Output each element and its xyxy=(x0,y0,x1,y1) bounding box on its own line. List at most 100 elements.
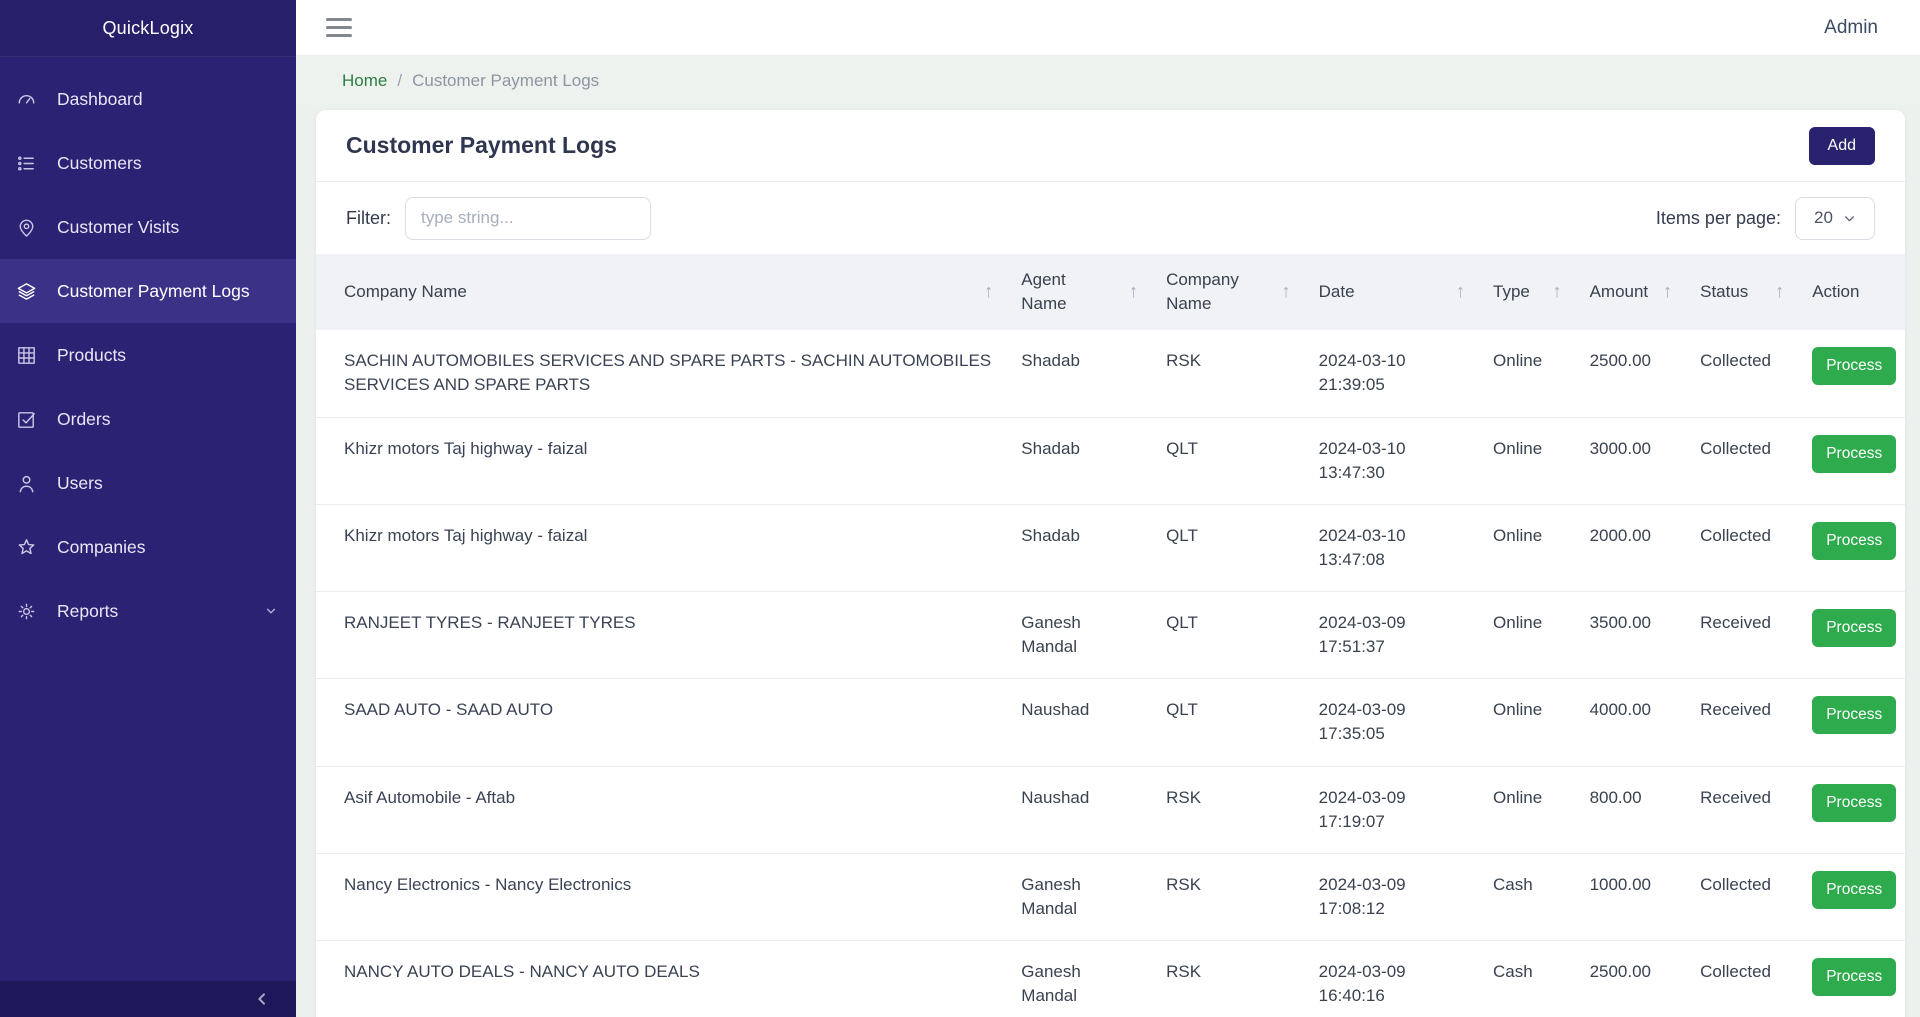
orders-icon xyxy=(13,406,39,432)
arrow-up-icon[interactable]: ↑ xyxy=(984,279,995,305)
table-toolbar: Filter: Items per page: 20 xyxy=(316,182,1905,254)
company-code-cell: QLT xyxy=(1154,418,1307,480)
table-row: Asif Automobile - AftabNaushadRSK2024-03… xyxy=(316,767,1905,854)
sidebar-item-orders[interactable]: Orders xyxy=(0,387,296,451)
arrow-up-icon[interactable]: ↑ xyxy=(1282,279,1293,305)
company-code-cell: RSK xyxy=(1154,330,1307,392)
arrow-up-icon[interactable]: ↑ xyxy=(1129,279,1140,305)
table-row: Khizr motors Taj highway - faizalShadabQ… xyxy=(316,505,1905,592)
process-button[interactable]: Process xyxy=(1812,696,1896,734)
amount-cell: 2000.00 xyxy=(1578,505,1689,567)
main-area: Admin Home / Customer Payment Logs Custo… xyxy=(296,0,1920,1017)
column-header-status[interactable]: Status ↑ xyxy=(1688,254,1800,330)
sidebar-item-reports[interactable]: Reports xyxy=(0,579,296,643)
column-label: Agent Name xyxy=(1021,268,1114,316)
chevron-down-icon xyxy=(1843,212,1856,225)
process-button[interactable]: Process xyxy=(1812,609,1896,647)
action-cell: Process xyxy=(1800,505,1910,579)
column-header-amount[interactable]: Amount ↑ xyxy=(1578,254,1689,330)
table-body: SACHIN AUTOMOBILES SERVICES AND SPARE PA… xyxy=(316,330,1905,1017)
sidebar-item-customer-visits[interactable]: Customer Visits xyxy=(0,195,296,259)
column-header-action: Action xyxy=(1800,254,1889,330)
topbar: Admin xyxy=(296,0,1920,56)
chevron-left-icon[interactable] xyxy=(254,991,270,1007)
process-button[interactable]: Process xyxy=(1812,522,1896,560)
date-cell: 2024-03-10 13:47:08 xyxy=(1307,505,1481,591)
items-per-page-select[interactable]: 20 xyxy=(1795,197,1875,240)
breadcrumb-home-link[interactable]: Home xyxy=(342,71,387,91)
status-cell: Received xyxy=(1688,592,1800,654)
gear-icon xyxy=(13,598,39,624)
sidebar-item-customers[interactable]: Customers xyxy=(0,131,296,195)
column-header-type[interactable]: Type ↑ xyxy=(1481,254,1578,330)
column-header-agent-name[interactable]: Agent Name ↑ xyxy=(1009,254,1154,330)
process-button[interactable]: Process xyxy=(1812,435,1896,473)
type-cell: Online xyxy=(1481,679,1578,741)
grid-icon xyxy=(13,342,39,368)
process-button[interactable]: Process xyxy=(1812,958,1896,996)
arrow-up-icon[interactable]: ↑ xyxy=(1456,279,1467,305)
table-row: SAAD AUTO - SAAD AUTONaushadQLT2024-03-0… xyxy=(316,679,1905,766)
sidebar-item-users[interactable]: Users xyxy=(0,451,296,515)
column-label: Status xyxy=(1700,280,1748,304)
column-label: Date xyxy=(1319,280,1355,304)
status-cell: Received xyxy=(1688,767,1800,829)
date-cell: 2024-03-09 16:40:16 xyxy=(1307,941,1481,1017)
items-per-page-label: Items per page: xyxy=(1656,208,1781,229)
type-cell: Online xyxy=(1481,330,1578,392)
process-button[interactable]: Process xyxy=(1812,871,1896,909)
sidebar-item-label: Customer Visits xyxy=(57,217,179,238)
date-cell: 2024-03-09 17:51:37 xyxy=(1307,592,1481,678)
table-row: RANJEET TYRES - RANJEET TYRESGanesh Mand… xyxy=(316,592,1905,679)
page-title: Customer Payment Logs xyxy=(346,132,617,159)
type-cell: Cash xyxy=(1481,941,1578,1003)
column-header-company-code[interactable]: Company Name ↑ xyxy=(1154,254,1307,330)
action-cell: Process xyxy=(1800,330,1910,404)
filter-input[interactable] xyxy=(405,197,651,240)
sidebar-item-label: Companies xyxy=(57,537,146,558)
column-label: Amount xyxy=(1590,280,1649,304)
sidebar-item-customer-payment-logs[interactable]: Customer Payment Logs xyxy=(0,259,296,323)
status-cell: Collected xyxy=(1688,505,1800,567)
sidebar-item-companies[interactable]: Companies xyxy=(0,515,296,579)
column-label: Company Name xyxy=(1166,268,1267,316)
sidebar-item-dashboard[interactable]: Dashboard xyxy=(0,67,296,131)
hamburger-icon[interactable] xyxy=(326,18,352,37)
status-cell: Collected xyxy=(1688,330,1800,392)
add-button[interactable]: Add xyxy=(1809,127,1875,165)
company-code-cell: QLT xyxy=(1154,592,1307,654)
user-icon xyxy=(13,470,39,496)
amount-cell: 3500.00 xyxy=(1578,592,1689,654)
action-cell: Process xyxy=(1800,679,1910,753)
status-cell: Collected xyxy=(1688,854,1800,916)
column-label: Type xyxy=(1493,280,1530,304)
amount-cell: 800.00 xyxy=(1578,767,1689,829)
breadcrumb: Home / Customer Payment Logs xyxy=(296,56,1920,106)
date-cell: 2024-03-10 21:39:05 xyxy=(1307,330,1481,416)
company-name-cell: Asif Automobile - Aftab xyxy=(332,767,1009,829)
sidebar: QuickLogix DashboardCustomersCustomer Vi… xyxy=(0,0,296,1017)
customers-icon xyxy=(13,150,39,176)
table-header-row: Company Name↑Agent Name↑Company Name↑Dat… xyxy=(316,254,1905,330)
column-label: Action xyxy=(1812,280,1849,304)
sidebar-item-label: Dashboard xyxy=(57,89,143,110)
column-header-company-name[interactable]: Company Name↑ xyxy=(332,254,1009,330)
chevron-down-icon xyxy=(264,604,278,618)
sidebar-item-label: Products xyxy=(57,345,126,366)
action-cell: Process xyxy=(1800,941,1910,1015)
sidebar-item-products[interactable]: Products xyxy=(0,323,296,387)
star-icon xyxy=(13,534,39,560)
process-button[interactable]: Process xyxy=(1812,784,1896,822)
agent-name-cell: Naushad xyxy=(1009,679,1154,741)
column-header-date[interactable]: Date ↑ xyxy=(1307,254,1481,330)
user-menu[interactable]: Admin xyxy=(1824,17,1878,39)
action-cell: Process xyxy=(1800,767,1910,841)
table-row: NANCY AUTO DEALS - NANCY AUTO DEALSGanes… xyxy=(316,941,1905,1017)
arrow-up-icon[interactable]: ↑ xyxy=(1775,279,1786,305)
agent-name-cell: Shadab xyxy=(1009,330,1154,392)
sidebar-item-label: Users xyxy=(57,473,103,494)
arrow-up-icon[interactable]: ↑ xyxy=(1553,279,1564,305)
visits-icon xyxy=(13,214,39,240)
process-button[interactable]: Process xyxy=(1812,347,1896,385)
arrow-up-icon[interactable]: ↑ xyxy=(1663,279,1674,305)
